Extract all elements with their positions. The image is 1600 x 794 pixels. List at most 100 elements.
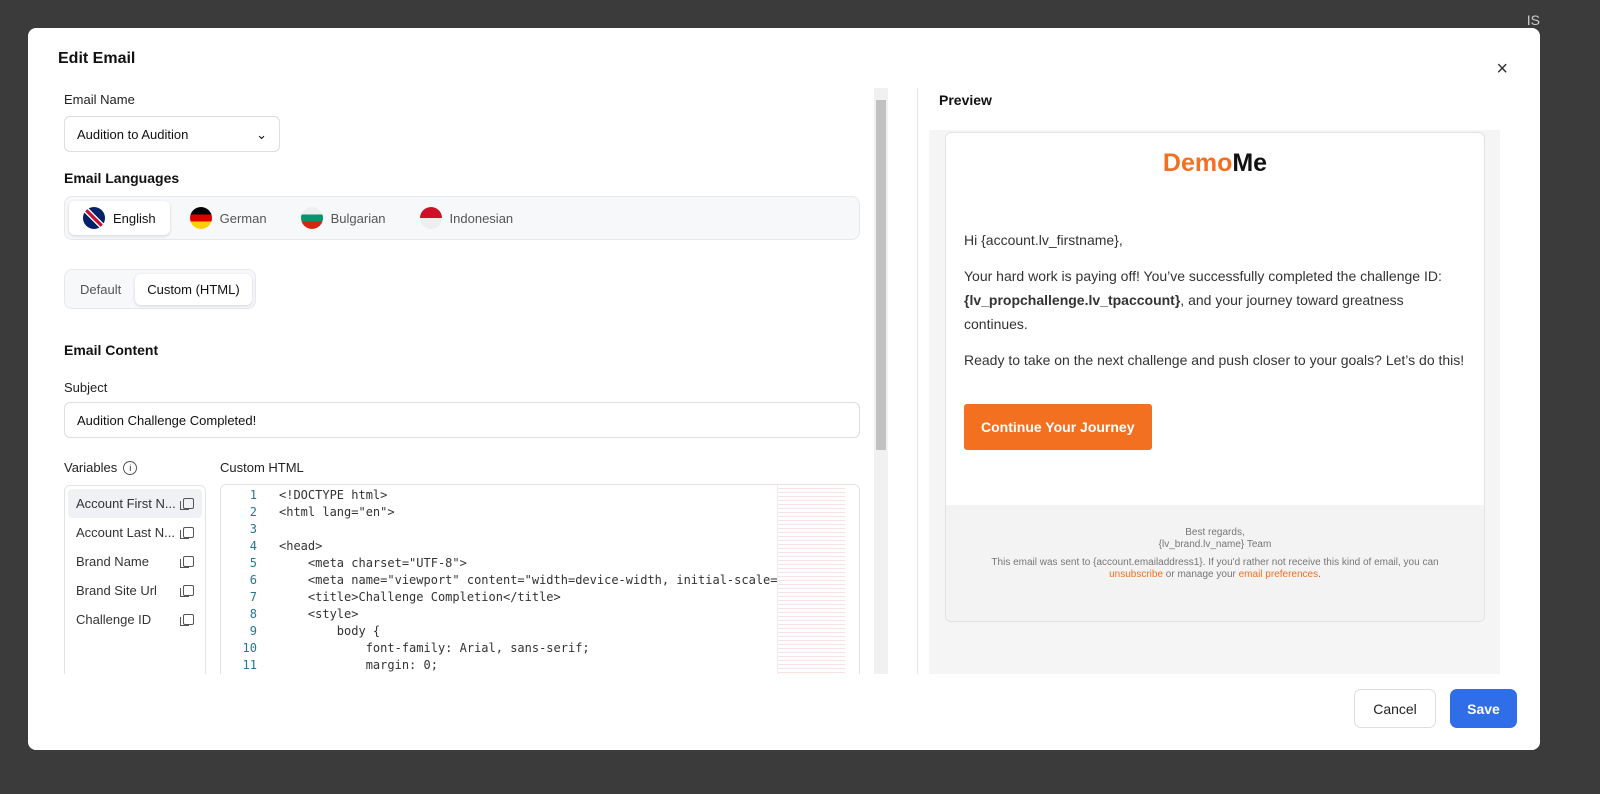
bulgaria-flag-icon — [300, 207, 323, 229]
germany-flag-icon — [189, 207, 212, 229]
variable-label: Account Last N... — [76, 525, 175, 540]
variable-item[interactable]: Brand Site Url — [68, 576, 202, 605]
variable-item[interactable]: Brand Name — [68, 547, 202, 576]
modal-title: Edit Email — [58, 50, 136, 67]
code-line: 7 <title>Challenge Completion</title> — [221, 589, 859, 606]
line-number: 7 — [249, 590, 257, 604]
subject-label: Subject — [64, 380, 108, 395]
line-number: 1 — [249, 488, 257, 502]
tab-label: English — [113, 210, 156, 226]
paragraph-1: Your hard work is paying off! You’ve suc… — [964, 264, 1466, 336]
variables-text: Variables — [64, 460, 118, 475]
team-text: {lv_brand.lv_name} Team — [1158, 539, 1272, 550]
preview-heading: Preview — [939, 92, 992, 108]
tab-german[interactable]: German — [176, 201, 281, 235]
line-number: 10 — [242, 641, 257, 655]
code-text: <html lang="en"> — [279, 505, 395, 519]
greeting: Hi {account.lv_firstname}, — [964, 232, 1123, 248]
copy-icon[interactable] — [180, 527, 194, 539]
regards-text: Best regards, — [1185, 527, 1245, 538]
code-minimap[interactable] — [777, 485, 845, 674]
line-number: 5 — [249, 556, 257, 570]
code-text: body { — [279, 624, 381, 638]
variable-item[interactable]: Challenge ID — [68, 605, 202, 634]
code-text: <!DOCTYPE html> — [279, 488, 388, 502]
tab-label: Bulgarian — [330, 210, 386, 226]
code-text: <meta name="viewport" content="width=dev… — [279, 573, 814, 587]
email-name-label: Email Name — [64, 92, 135, 107]
email-content-heading: Email Content — [64, 342, 159, 358]
code-line: 11 margin: 0; — [221, 657, 859, 674]
p1-text: Your hard work is paying off! You’ve suc… — [964, 268, 1442, 284]
code-line: 4 <head> — [221, 538, 859, 555]
mode-default[interactable]: Default — [68, 274, 133, 305]
code-text: <title>Challenge Completion</title> — [279, 590, 561, 604]
line-number: 11 — [242, 658, 257, 672]
cancel-button[interactable]: Cancel — [1354, 689, 1436, 728]
line-number: 8 — [249, 607, 257, 621]
line-number: 6 — [249, 573, 257, 587]
content-mode-toggle: Default Custom (HTML) — [64, 269, 256, 309]
code-text: <meta charset="UTF-8"> — [279, 556, 467, 570]
line-number: 9 — [249, 624, 257, 638]
code-line: 8 <style> — [221, 606, 859, 623]
email-preferences-link[interactable]: email preferences — [1239, 569, 1318, 580]
form-scrollbar[interactable] — [874, 88, 888, 674]
tab-label: Indonesian — [449, 210, 514, 226]
indonesia-flag-icon — [419, 207, 442, 229]
variable-label: Challenge ID — [76, 612, 152, 627]
info-icon[interactable]: i — [123, 460, 138, 475]
variable-label: Brand Site Url — [76, 583, 157, 598]
line-number: 2 — [249, 505, 257, 519]
variable-item[interactable]: Account Last N... — [68, 518, 202, 547]
close-icon[interactable]: × — [1496, 58, 1508, 81]
notice-text: or manage your — [1163, 569, 1239, 580]
email-preview: DemoMe Hi {account.lv_firstname}, Your h… — [929, 130, 1500, 674]
code-line: 5 <meta charset="UTF-8"> — [221, 555, 859, 572]
subject-input[interactable]: Audition Challenge Completed! — [64, 402, 860, 438]
tab-bulgarian[interactable]: Bulgarian — [287, 201, 400, 235]
variable-label: Brand Name — [76, 554, 149, 569]
custom-html-label: Custom HTML — [220, 460, 304, 475]
code-text: <style> — [279, 607, 359, 621]
notice-text: . — [1318, 569, 1321, 580]
divider — [917, 88, 918, 674]
uk-flag-icon — [83, 207, 105, 229]
variables-label: Variables i — [64, 460, 138, 475]
email-name-select[interactable]: Audition to Audition ⌄ — [64, 116, 280, 152]
email-card: DemoMe Hi {account.lv_firstname}, Your h… — [945, 132, 1485, 622]
user-avatar: IS — [1526, 12, 1540, 28]
email-form: Email Name Audition to Audition ⌄ Email L… — [64, 88, 860, 674]
mode-custom-html[interactable]: Custom (HTML) — [135, 273, 252, 305]
email-footer: Best regards, {lv_brand.lv_name} Team Th… — [946, 505, 1484, 621]
scrollbar-thumb[interactable] — [876, 100, 886, 450]
language-tabs: English German Bulgarian Indonesian — [64, 196, 860, 240]
html-code-editor[interactable]: 1 <!DOCTYPE html> 2 <html lang="en"> 3 4 <head… — [220, 484, 860, 674]
copy-icon[interactable] — [180, 498, 194, 510]
code-line: 9 body { — [221, 623, 859, 640]
tab-indonesian[interactable]: Indonesian — [406, 201, 528, 235]
code-text: margin: 0; — [279, 658, 438, 672]
continue-journey-button[interactable]: Continue Your Journey — [964, 404, 1152, 450]
tab-english[interactable]: English — [69, 201, 170, 235]
save-button[interactable]: Save — [1450, 689, 1517, 728]
footer-notice: This email was sent to {account.emailadd… — [946, 557, 1484, 581]
unsubscribe-link[interactable]: unsubscribe — [1109, 569, 1163, 580]
code-line: 10 font-family: Arial, sans-serif; — [221, 640, 859, 657]
copy-icon[interactable] — [180, 556, 194, 568]
copy-icon[interactable] — [180, 614, 194, 626]
code-line: 1 <!DOCTYPE html> — [221, 487, 859, 504]
line-number: 3 — [249, 522, 257, 536]
code-text: <head> — [279, 539, 323, 553]
line-number: 4 — [249, 539, 257, 553]
logo-part-2: Me — [1232, 149, 1268, 177]
variable-item[interactable]: Account First N... — [68, 489, 202, 518]
code-text: font-family: Arial, sans-serif; — [279, 641, 590, 655]
notice-text: This email was sent to {account.emailadd… — [991, 557, 1439, 568]
paragraph-2: Ready to take on the next challenge and … — [964, 352, 1465, 368]
copy-icon[interactable] — [180, 585, 194, 597]
logo-part-1: Demo — [1162, 149, 1233, 177]
code-line: 6 <meta name="viewport" content="width=d… — [221, 572, 859, 589]
code-lines: 1 <!DOCTYPE html> 2 <html lang="en"> 3 4 <head… — [221, 485, 859, 674]
languages-heading: Email Languages — [64, 170, 180, 186]
